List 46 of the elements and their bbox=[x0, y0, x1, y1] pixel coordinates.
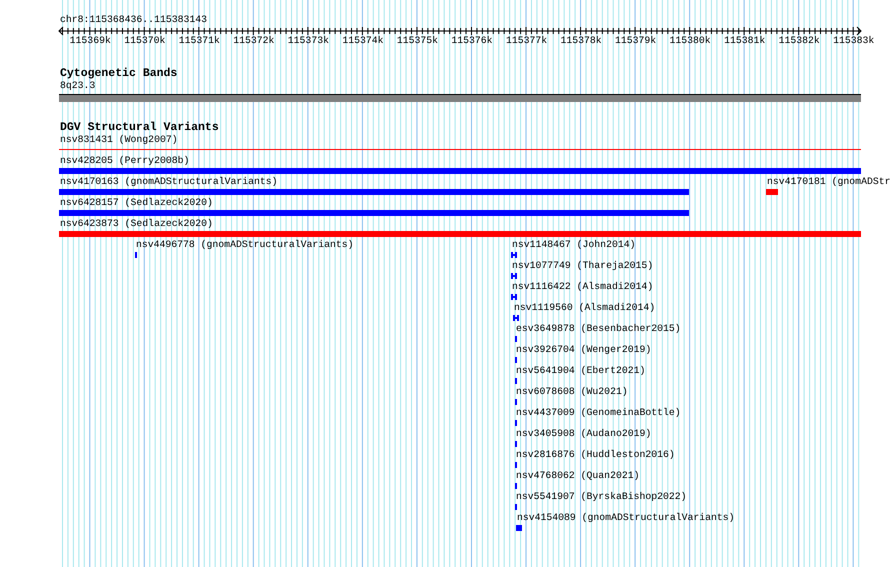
variant-label: nsv4170181 (gnomADStr bbox=[767, 176, 890, 188]
variant-label: nsv1116422 (Alsmadi2014) bbox=[512, 281, 654, 293]
tick-label: 115373k bbox=[288, 35, 329, 47]
tick-label: 115369k bbox=[70, 35, 111, 47]
tick-label: 115375k bbox=[396, 35, 438, 47]
variant-label: nsv5541907 (ByrskaBishop2022) bbox=[516, 491, 686, 503]
tick-label: 115377k bbox=[506, 35, 548, 47]
variant-label: nsv4170163 (gnomADStructuralVariants) bbox=[60, 176, 278, 188]
variant-label: nsv4437009 (GenomeinaBottle) bbox=[516, 407, 681, 419]
variant-label: nsv428205 (Perry2008b) bbox=[60, 155, 190, 167]
variant-line[interactable] bbox=[59, 149, 861, 150]
tick-label: 115383k bbox=[833, 35, 874, 47]
variant-label: nsv4154089 (gnomADStructuralVariants) bbox=[517, 512, 735, 524]
variant-label: nsv3926704 (Wenger2019) bbox=[516, 344, 652, 356]
track-title: DGV Structural Variants bbox=[60, 122, 219, 134]
variant-label: nsv6423873 (Sedlazeck2020) bbox=[60, 218, 213, 230]
variant-label: nsv1077749 (Thareja2015) bbox=[512, 260, 654, 272]
variant-label: esv3649878 (Besenbacher2015) bbox=[516, 323, 681, 335]
tick-label: 115381k bbox=[724, 35, 766, 47]
variant-bar[interactable] bbox=[511, 273, 517, 279]
variant-label: nsv5641904 (Ebert2021) bbox=[516, 365, 646, 377]
variant-label: nsv6078608 (Wu2021) bbox=[516, 386, 628, 398]
tick-label: 115371k bbox=[178, 35, 220, 47]
variant-label: nsv1119560 (Alsmadi2014) bbox=[514, 302, 656, 314]
track-title: Cytogenetic Bands bbox=[60, 68, 178, 80]
variant-label: nsv6428157 (Sedlazeck2020) bbox=[60, 197, 213, 209]
tick-label: 115376k bbox=[451, 35, 493, 47]
variant-label: nsv2816876 (Huddleston2016) bbox=[516, 449, 675, 461]
tick-label: 115379k bbox=[615, 35, 656, 47]
variant-bar[interactable] bbox=[513, 315, 519, 321]
variant-bar[interactable] bbox=[511, 252, 517, 258]
chromosome-band[interactable] bbox=[59, 94, 861, 102]
region-label: chr8:115368436..115383143 bbox=[60, 14, 207, 26]
band-label: 8q23.3 bbox=[60, 80, 96, 92]
tick-label: 115370k bbox=[124, 35, 166, 47]
variant-label: nsv831431 (Wong2007) bbox=[60, 134, 178, 146]
tick-label: 115382k bbox=[778, 35, 820, 47]
variant-label: nsv1148467 (John2014) bbox=[512, 239, 636, 251]
tick-label: 115372k bbox=[233, 35, 274, 47]
tick-label: 115374k bbox=[342, 35, 384, 47]
variant-label: nsv3405908 (Audano2019) bbox=[516, 428, 652, 440]
tick-label: 115380k bbox=[670, 35, 711, 47]
variant-bar[interactable] bbox=[511, 294, 517, 300]
variant-label: nsv4496778 (gnomADStructuralVariants) bbox=[136, 239, 354, 251]
variant-label: nsv4768062 (Quan2021) bbox=[516, 470, 640, 482]
tick-label: 115378k bbox=[560, 35, 602, 47]
